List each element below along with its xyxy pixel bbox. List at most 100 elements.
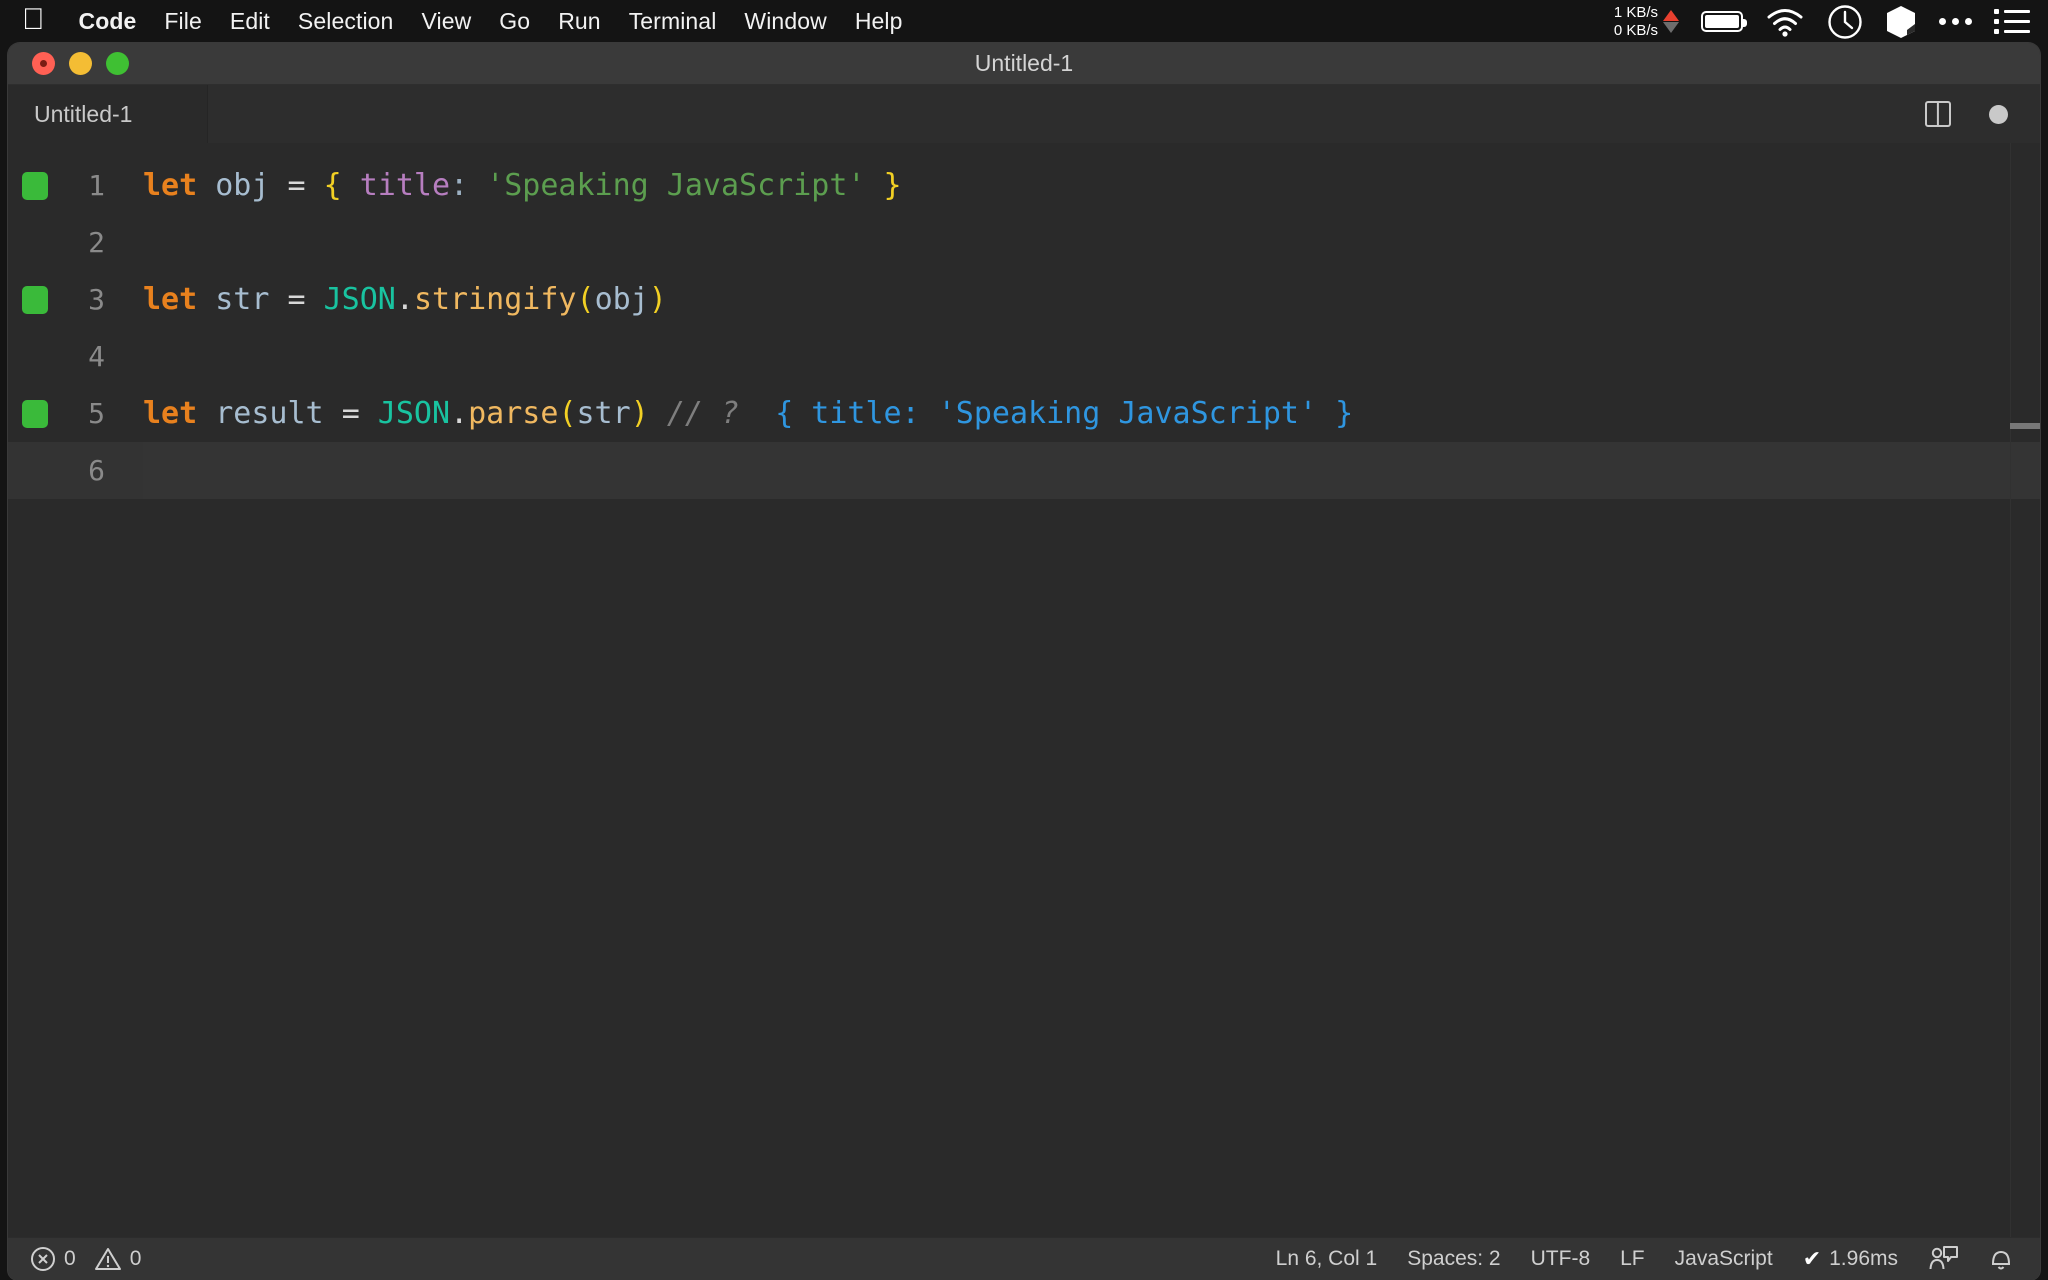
- code-token: let: [143, 282, 197, 317]
- code-token: [197, 282, 215, 317]
- macos-menu-bar:  CodeFileEditSelectionViewGoRunTerminal…: [0, 0, 2048, 43]
- menu-items: CodeFileEditSelectionViewGoRunTerminalWi…: [65, 0, 917, 43]
- code-line[interactable]: 2: [8, 214, 2040, 271]
- battery-icon[interactable]: [1701, 11, 1743, 32]
- apple-logo-icon[interactable]: : [22, 0, 45, 43]
- status-bar-left: 0 0: [8, 1246, 141, 1272]
- code-token: [306, 168, 324, 203]
- maximize-button[interactable]: [106, 52, 129, 75]
- menu-item-code[interactable]: Code: [65, 0, 151, 43]
- editor-tab-bar: Untitled-1: [8, 85, 2040, 143]
- menu-item-view[interactable]: View: [407, 0, 485, 43]
- code-editor[interactable]: 1let obj = { title: 'Speaking JavaScript…: [8, 143, 2040, 1237]
- code-line-content[interactable]: let str = JSON.stringify(obj): [143, 285, 2040, 315]
- menu-item-edit[interactable]: Edit: [216, 0, 284, 43]
- code-token: [360, 396, 378, 431]
- code-token: [865, 168, 883, 203]
- code-line-content[interactable]: let result = JSON.parse(str) // ? { titl…: [143, 399, 2040, 429]
- code-token: JSON: [324, 282, 396, 317]
- upload-arrow-icon: [1663, 10, 1679, 21]
- network-speed-indicator[interactable]: 1 KB/s 0 KB/s: [1614, 4, 1679, 39]
- code-token: [269, 282, 287, 317]
- notifications-bell-icon[interactable]: [1988, 1245, 2014, 1273]
- cursor-position[interactable]: Ln 6, Col 1: [1276, 1247, 1378, 1271]
- split-editor-icon[interactable]: [1925, 101, 1951, 127]
- error-circle-icon: [30, 1246, 56, 1272]
- encoding-setting[interactable]: UTF-8: [1531, 1247, 1591, 1271]
- menu-item-file[interactable]: File: [150, 0, 215, 43]
- code-token: { title: 'Speaking JavaScript' }: [775, 396, 1353, 431]
- minimize-button[interactable]: [69, 52, 92, 75]
- code-token: [739, 396, 775, 431]
- tab-bar-actions: [1925, 85, 2040, 143]
- coverage-indicator: [22, 400, 48, 428]
- code-line[interactable]: 6: [8, 442, 2040, 499]
- ellipsis-icon[interactable]: [1939, 18, 1972, 25]
- code-line[interactable]: 1let obj = { title: 'Speaking JavaScript…: [8, 157, 2040, 214]
- code-token: 'Speaking JavaScript': [486, 168, 865, 203]
- code-token: ): [649, 282, 667, 317]
- code-token: ): [631, 396, 649, 431]
- control-center-icon[interactable]: [1994, 9, 2030, 34]
- window-title: Untitled-1: [8, 50, 2040, 77]
- code-token: // ?: [667, 396, 739, 431]
- current-line-highlight: [143, 442, 2040, 499]
- wifi-icon[interactable]: [1765, 7, 1805, 37]
- code-lines-container: 1let obj = { title: 'Speaking JavaScript…: [8, 143, 2040, 499]
- code-token: result: [215, 396, 323, 431]
- code-token: [197, 168, 215, 203]
- close-button[interactable]: [32, 52, 55, 75]
- unsaved-indicator-dot[interactable]: [1989, 105, 2008, 124]
- code-token: obj: [215, 168, 269, 203]
- code-token: =: [342, 396, 360, 431]
- code-line[interactable]: 4: [8, 328, 2040, 385]
- eol-setting[interactable]: LF: [1620, 1247, 1645, 1271]
- code-token: let: [143, 396, 197, 431]
- coverage-indicator: [22, 286, 48, 314]
- code-token: [468, 168, 486, 203]
- window-title-bar: Untitled-1: [8, 43, 2040, 85]
- menu-item-go[interactable]: Go: [485, 0, 544, 43]
- tab-untitled-1[interactable]: Untitled-1: [8, 85, 208, 143]
- code-token: :: [450, 168, 468, 203]
- feedback-icon[interactable]: [1928, 1245, 1958, 1273]
- error-count: 0: [64, 1247, 76, 1271]
- code-line[interactable]: 3let str = JSON.stringify(obj): [8, 271, 2040, 328]
- menu-item-terminal[interactable]: Terminal: [615, 0, 731, 43]
- line-number: 6: [8, 454, 143, 487]
- warning-count: 0: [130, 1247, 142, 1271]
- tab-label: Untitled-1: [34, 101, 132, 128]
- code-token: title: [360, 168, 450, 203]
- cube-icon[interactable]: [1885, 4, 1917, 40]
- code-token: .: [450, 396, 468, 431]
- network-download-speed: 0 KB/s: [1614, 22, 1658, 39]
- code-token: str: [577, 396, 631, 431]
- code-token: (: [558, 396, 576, 431]
- code-token: [649, 396, 667, 431]
- warning-triangle-icon: [94, 1246, 122, 1272]
- editor-scrollbar[interactable]: [2010, 143, 2040, 1237]
- run-time-indicator[interactable]: ✔ 1.96ms: [1803, 1246, 1898, 1272]
- menu-item-window[interactable]: Window: [730, 0, 840, 43]
- code-token: str: [215, 282, 269, 317]
- menu-item-help[interactable]: Help: [841, 0, 917, 43]
- code-line[interactable]: 5let result = JSON.parse(str) // ? { tit…: [8, 385, 2040, 442]
- code-token: {: [324, 168, 342, 203]
- line-number: 2: [8, 226, 143, 259]
- menu-item-run[interactable]: Run: [544, 0, 615, 43]
- code-token: [324, 396, 342, 431]
- problems-indicator[interactable]: 0 0: [30, 1246, 141, 1272]
- code-line-content[interactable]: let obj = { title: 'Speaking JavaScript'…: [143, 171, 2040, 201]
- code-token: JSON: [378, 396, 450, 431]
- editor-scrollbar-thumb[interactable]: [2010, 423, 2040, 429]
- code-token: [269, 168, 287, 203]
- language-mode[interactable]: JavaScript: [1675, 1247, 1773, 1271]
- clock-icon[interactable]: [1827, 4, 1863, 40]
- screen-root:  CodeFileEditSelectionViewGoRunTerminal…: [0, 0, 2048, 1280]
- indentation-setting[interactable]: Spaces: 2: [1407, 1247, 1500, 1271]
- menu-bar-status-area: 1 KB/s 0 KB/s: [1614, 0, 2048, 43]
- code-token: obj: [595, 282, 649, 317]
- code-token: .: [396, 282, 414, 317]
- menu-item-selection[interactable]: Selection: [284, 0, 408, 43]
- run-time-value: 1.96ms: [1829, 1247, 1898, 1271]
